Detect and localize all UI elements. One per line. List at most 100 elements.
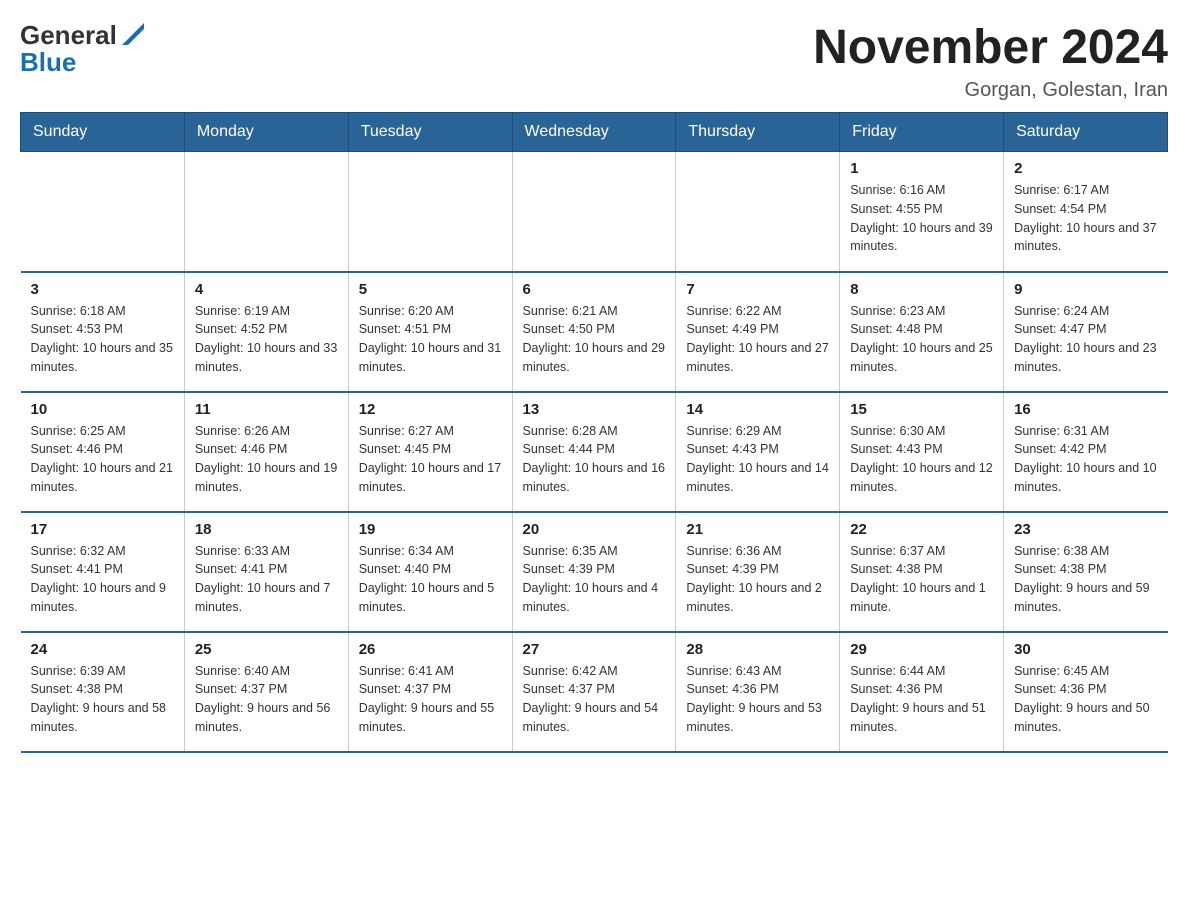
day-info: Sunrise: 6:36 AM Sunset: 4:39 PM Dayligh… — [686, 542, 829, 617]
calendar-cell — [21, 152, 185, 272]
calendar-cell: 8 Sunrise: 6:23 AM Sunset: 4:48 PM Daylig… — [840, 272, 1004, 392]
calendar-week-row: 17Sunrise: 6:32 AM Sunset: 4:41 PM Dayli… — [21, 512, 1168, 632]
day-info: Sunrise: 6:17 AM Sunset: 4:54 PM Dayligh… — [1014, 181, 1157, 256]
calendar-subtitle: Gorgan, Golestan, Iran — [813, 79, 1168, 102]
weekday-header-tuesday: Tuesday — [348, 113, 512, 152]
day-info: Sunrise: 6:44 AM Sunset: 4:36 PM Dayligh… — [850, 662, 993, 737]
day-info: Sunrise: 6:34 AM Sunset: 4:40 PM Dayligh… — [359, 542, 502, 617]
day-number: 8 — [850, 281, 993, 298]
weekday-header-wednesday: Wednesday — [512, 113, 676, 152]
day-info: Sunrise: 6:41 AM Sunset: 4:37 PM Dayligh… — [359, 662, 502, 737]
calendar-week-row: 3 Sunrise: 6:18 AM Sunset: 4:53 PM Daylig… — [21, 272, 1168, 392]
day-number: 14 — [686, 401, 829, 418]
calendar-cell: 16 Sunrise: 6:31 AM Sunset: 4:42 PM Dayli… — [1004, 392, 1168, 512]
day-info: Sunrise: 6:42 AM Sunset: 4:37 PM Dayligh… — [523, 662, 666, 737]
day-info: Sunrise: 6:28 AM Sunset: 4:44 PM Dayligh… — [523, 422, 666, 497]
weekday-header-saturday: Saturday — [1004, 113, 1168, 152]
calendar-cell — [676, 152, 840, 272]
calendar-cell — [184, 152, 348, 272]
day-number: 11 — [195, 401, 338, 418]
day-info: Sunrise: 6:45 AM Sunset: 4:36 PM Dayligh… — [1014, 662, 1157, 737]
weekday-header-thursday: Thursday — [676, 113, 840, 152]
day-number: 21 — [686, 521, 829, 538]
calendar-cell: 11 Sunrise: 6:26 AM Sunset: 4:46 PM Dayli… — [184, 392, 348, 512]
calendar-cell: 14 Sunrise: 6:29 AM Sunset: 4:43 PM Dayli… — [676, 392, 840, 512]
calendar-cell: 19 Sunrise: 6:34 AM Sunset: 4:40 PM Dayli… — [348, 512, 512, 632]
calendar-cell: 4 Sunrise: 6:19 AM Sunset: 4:52 PM Daylig… — [184, 272, 348, 392]
day-number: 13 — [523, 401, 666, 418]
day-number: 3 — [31, 281, 174, 298]
day-number: 17 — [31, 521, 174, 538]
calendar-cell: 20 Sunrise: 6:35 AM Sunset: 4:39 PM Dayli… — [512, 512, 676, 632]
day-number: 7 — [686, 281, 829, 298]
day-info: Sunrise: 6:20 AM Sunset: 4:51 PM Dayligh… — [359, 302, 502, 377]
day-number: 12 — [359, 401, 502, 418]
weekday-header-sunday: Sunday — [21, 113, 185, 152]
calendar-cell: 7 Sunrise: 6:22 AM Sunset: 4:49 PM Daylig… — [676, 272, 840, 392]
day-number: 10 — [31, 401, 174, 418]
calendar-table: SundayMondayTuesdayWednesdayThursdayFrid… — [20, 112, 1168, 753]
day-number: 18 — [195, 521, 338, 538]
day-number: 5 — [359, 281, 502, 298]
calendar-cell: 21 Sunrise: 6:36 AM Sunset: 4:39 PM Dayli… — [676, 512, 840, 632]
day-info: Sunrise: 6:39 AM Sunset: 4:38 PM Dayligh… — [31, 662, 174, 737]
calendar-week-row: 1 Sunrise: 6:16 AM Sunset: 4:55 PM Daylig… — [21, 152, 1168, 272]
calendar-cell: 10 Sunrise: 6:25 AM Sunset: 4:46 PM Dayli… — [21, 392, 185, 512]
day-info: Sunrise: 6:18 AM Sunset: 4:53 PM Dayligh… — [31, 302, 174, 377]
day-info: Sunrise: 6:29 AM Sunset: 4:43 PM Dayligh… — [686, 422, 829, 497]
calendar-cell: 2 Sunrise: 6:17 AM Sunset: 4:54 PM Daylig… — [1004, 152, 1168, 272]
calendar-cell — [348, 152, 512, 272]
calendar-cell: 12 Sunrise: 6:27 AM Sunset: 4:45 PM Dayli… — [348, 392, 512, 512]
calendar-cell: 5 Sunrise: 6:20 AM Sunset: 4:51 PM Daylig… — [348, 272, 512, 392]
calendar-week-row: 10 Sunrise: 6:25 AM Sunset: 4:46 PM Dayli… — [21, 392, 1168, 512]
calendar-week-row: 24 Sunrise: 6:39 AM Sunset: 4:38 PM Dayli… — [21, 632, 1168, 752]
day-info: Sunrise: 6:43 AM Sunset: 4:36 PM Dayligh… — [686, 662, 829, 737]
logo-triangle-icon — [122, 23, 144, 45]
day-info: Sunrise: 6:25 AM Sunset: 4:46 PM Dayligh… — [31, 422, 174, 497]
day-number: 16 — [1014, 401, 1157, 418]
day-info: Sunrise: 6:26 AM Sunset: 4:46 PM Dayligh… — [195, 422, 338, 497]
day-info: Sunrise: 6:37 AM Sunset: 4:38 PM Dayligh… — [850, 542, 993, 617]
day-number: 24 — [31, 641, 174, 658]
calendar-cell: 27 Sunrise: 6:42 AM Sunset: 4:37 PM Dayli… — [512, 632, 676, 752]
day-number: 6 — [523, 281, 666, 298]
day-number: 28 — [686, 641, 829, 658]
calendar-cell: 13 Sunrise: 6:28 AM Sunset: 4:44 PM Dayli… — [512, 392, 676, 512]
calendar-title: November 2024 — [813, 20, 1168, 75]
day-number: 4 — [195, 281, 338, 298]
day-info: Sunrise: 6:27 AM Sunset: 4:45 PM Dayligh… — [359, 422, 502, 497]
day-info: Sunrise: 6:31 AM Sunset: 4:42 PM Dayligh… — [1014, 422, 1157, 497]
logo-blue-text: Blue — [20, 47, 76, 78]
calendar-cell: 29 Sunrise: 6:44 AM Sunset: 4:36 PM Dayli… — [840, 632, 1004, 752]
day-info: Sunrise: 6:40 AM Sunset: 4:37 PM Dayligh… — [195, 662, 338, 737]
day-number: 29 — [850, 641, 993, 658]
day-number: 26 — [359, 641, 502, 658]
day-info: Sunrise: 6:16 AM Sunset: 4:55 PM Dayligh… — [850, 181, 993, 256]
day-number: 1 — [850, 160, 993, 177]
weekday-header-friday: Friday — [840, 113, 1004, 152]
day-number: 19 — [359, 521, 502, 538]
calendar-cell: 18 Sunrise: 6:33 AM Sunset: 4:41 PM Dayli… — [184, 512, 348, 632]
calendar-cell: 15Sunrise: 6:30 AM Sunset: 4:43 PM Dayli… — [840, 392, 1004, 512]
calendar-cell: 1 Sunrise: 6:16 AM Sunset: 4:55 PM Daylig… — [840, 152, 1004, 272]
day-info: Sunrise: 6:35 AM Sunset: 4:39 PM Dayligh… — [523, 542, 666, 617]
day-info: Sunrise: 6:38 AM Sunset: 4:38 PM Dayligh… — [1014, 542, 1157, 617]
calendar-cell — [512, 152, 676, 272]
title-section: November 2024 Gorgan, Golestan, Iran — [813, 20, 1168, 102]
day-number: 22 — [850, 521, 993, 538]
day-number: 20 — [523, 521, 666, 538]
day-info: Sunrise: 6:22 AM Sunset: 4:49 PM Dayligh… — [686, 302, 829, 377]
day-info: Sunrise: 6:33 AM Sunset: 4:41 PM Dayligh… — [195, 542, 338, 617]
day-number: 9 — [1014, 281, 1157, 298]
calendar-cell: 9Sunrise: 6:24 AM Sunset: 4:47 PM Daylig… — [1004, 272, 1168, 392]
day-info: Sunrise: 6:23 AM Sunset: 4:48 PM Dayligh… — [850, 302, 993, 377]
weekday-header-row: SundayMondayTuesdayWednesdayThursdayFrid… — [21, 113, 1168, 152]
day-info: Sunrise: 6:19 AM Sunset: 4:52 PM Dayligh… — [195, 302, 338, 377]
calendar-cell: 23Sunrise: 6:38 AM Sunset: 4:38 PM Dayli… — [1004, 512, 1168, 632]
calendar-cell: 24 Sunrise: 6:39 AM Sunset: 4:38 PM Dayli… — [21, 632, 185, 752]
page-header: General Blue November 2024 Gorgan, Goles… — [20, 20, 1168, 102]
day-number: 2 — [1014, 160, 1157, 177]
day-number: 25 — [195, 641, 338, 658]
day-number: 27 — [523, 641, 666, 658]
day-number: 30 — [1014, 641, 1157, 658]
